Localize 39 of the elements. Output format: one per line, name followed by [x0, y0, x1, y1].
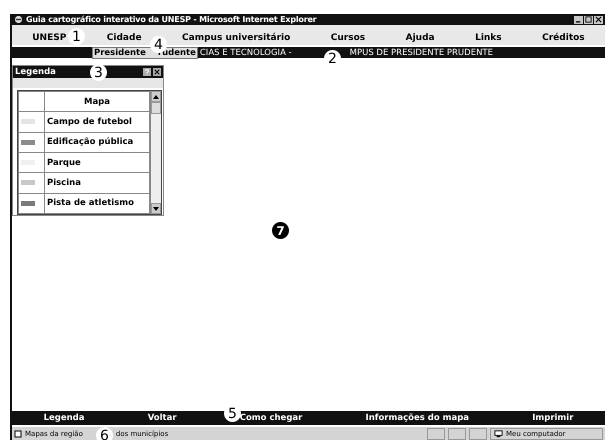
bottom-menu-item[interactable]: Legenda [44, 413, 84, 423]
breadcrumb-text: CIAS E TECNOLOGIA - [200, 48, 292, 58]
legend-label: Piscina [44, 172, 150, 194]
scroll-down-icon [153, 206, 159, 210]
legend-label: Parque [44, 152, 150, 173]
bottom-menu-item[interactable]: Como chegar [240, 413, 302, 423]
legend-title: Legenda [15, 67, 56, 77]
legend-label: Edificação pública [44, 132, 150, 152]
legend-label: Pista de atletismo [44, 193, 150, 214]
menu-item[interactable]: Ajuda [406, 33, 435, 43]
bottom-menu-item[interactable]: Voltar [148, 413, 177, 423]
breadcrumb-text: MPUS DE PRESIDENTE PRUDENTE [350, 48, 493, 58]
browser-icon [14, 15, 23, 24]
menu-item[interactable]: Cursos [330, 33, 366, 43]
menu-item[interactable]: Cidade [106, 33, 142, 43]
menu-item[interactable]: UNESP [32, 33, 66, 43]
scroll-thumb[interactable] [151, 102, 161, 114]
status-panel [427, 428, 445, 440]
status-panel [448, 428, 466, 440]
scroll-up-icon [153, 94, 159, 98]
maximize-button[interactable] [584, 16, 593, 24]
close-button[interactable] [594, 16, 603, 24]
bottom-menu-item[interactable]: Informações do mapa [366, 413, 470, 423]
computer-icon [494, 430, 503, 438]
minimize-button[interactable] [574, 16, 583, 24]
close-icon [595, 16, 602, 23]
menu-item[interactable]: Créditos [542, 33, 585, 43]
page-icon [14, 430, 22, 438]
menu-item[interactable]: Links [475, 33, 502, 43]
popup-text: Presidente [94, 48, 146, 58]
status-panel [469, 428, 487, 440]
close-button[interactable] [153, 68, 161, 76]
scrollbar[interactable] [150, 91, 161, 214]
legend-label: Campo de futebol [44, 112, 150, 132]
menu-item[interactable]: Campus universitário [182, 33, 290, 43]
maximize-icon [585, 16, 592, 23]
window-title: Guia cartográfico interativo da UNESP - Microsoft Internet Explorer [26, 15, 318, 24]
bottom-menu-item[interactable]: Imprimir [532, 413, 574, 423]
column-header: Mapa [44, 92, 150, 112]
